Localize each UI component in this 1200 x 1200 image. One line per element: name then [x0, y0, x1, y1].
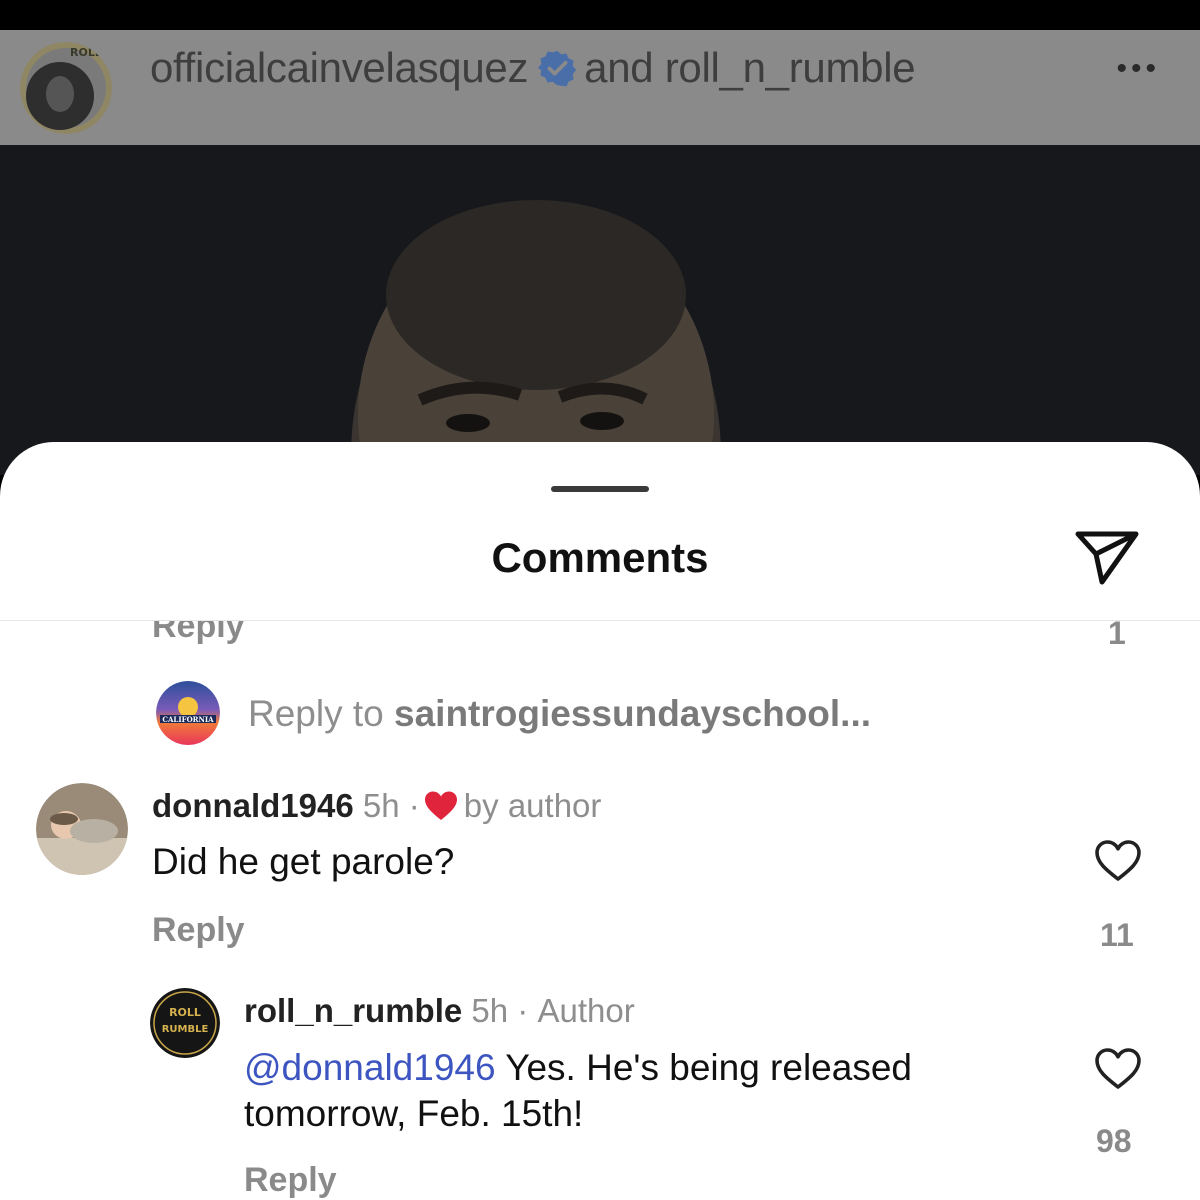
svg-text:RUMBLE: RUMBLE — [162, 1024, 209, 1035]
post-header: ROLL LE officialcainvelasquez and roll_n… — [0, 30, 1200, 145]
comment-avatar-donnald1946[interactable] — [36, 783, 128, 875]
comment-username[interactable]: donnald1946 — [152, 787, 354, 825]
post-collaborator-username[interactable]: roll_n_rumble — [665, 44, 916, 92]
reply-meta: roll_n_rumble 5h · Author — [244, 992, 635, 1030]
previous-like-count: 1 — [1108, 621, 1126, 651]
reply-prompt[interactable]: Reply to saintrogiessundayschool... — [248, 693, 871, 735]
status-bar — [0, 0, 1200, 30]
comment-time: 5h — [362, 787, 400, 824]
comment-like-count: 11 — [1100, 917, 1134, 953]
post-header-title: officialcainvelasquez and roll_n_rumble — [150, 44, 916, 92]
post-photo[interactable] — [0, 145, 1200, 475]
comment-reply-button[interactable]: Reply — [152, 911, 245, 950]
reply-like-count: 98 — [1096, 1123, 1132, 1159]
send-icon[interactable] — [1074, 526, 1140, 586]
post-photo-image — [0, 145, 1200, 475]
meta-separator: · — [517, 992, 529, 1029]
svg-text:ROLL LE: ROLL LE — [70, 46, 112, 59]
reply-text-line2: tomorrow, Feb. 15th! — [244, 1093, 584, 1134]
reply-reply-button[interactable]: Reply — [244, 1161, 337, 1200]
post-owner-username[interactable]: officialcainvelasquez — [150, 44, 528, 92]
comments-list[interactable]: Reply 1 CALIFORNIA Reply to saintrogiess… — [0, 621, 1200, 1200]
reply-text-line1: Yes. He's being released — [505, 1047, 912, 1088]
svg-text:ROLL: ROLL — [169, 1006, 201, 1019]
reply-prompt-user: saintrogiessundayschool... — [394, 693, 872, 734]
comment-meta: donnald1946 5h · by author — [152, 787, 601, 825]
sheet-title: Comments — [491, 534, 709, 581]
like-heart-icon[interactable] — [1094, 1047, 1142, 1091]
comments-sheet: Comments Reply 1 CALIFORNIA Reply to sai… — [0, 442, 1200, 1200]
like-heart-icon[interactable] — [1094, 839, 1142, 883]
post-connector-text: and — [584, 44, 654, 91]
reply-prompt-prefix: Reply to — [248, 693, 384, 734]
reply-username[interactable]: roll_n_rumble — [244, 992, 462, 1030]
previous-reply-button[interactable]: Reply — [152, 621, 245, 646]
verified-badge-icon — [538, 50, 577, 87]
comment-avatar-roll_n_rumble[interactable]: ROLL RUMBLE — [150, 988, 220, 1058]
comment-text: Did he get parole? — [152, 841, 455, 882]
meta-separator: · — [408, 787, 420, 824]
author-badge: Author — [537, 992, 635, 1029]
reply-mention-link[interactable]: @donnald1946 — [244, 1047, 496, 1088]
svg-text:CALIFORNIA: CALIFORNIA — [162, 715, 214, 724]
post-author-avatar[interactable]: ROLL LE — [20, 42, 112, 134]
more-horizontal-icon[interactable]: ••• — [1116, 52, 1160, 86]
reply-time: 5h — [471, 992, 509, 1029]
liked-by-author-heart-icon — [424, 791, 457, 820]
drag-handle[interactable] — [551, 486, 649, 492]
liked-by-author-label: by author — [463, 787, 602, 824]
reply-text: @donnald1946 Yes. He's being released to… — [244, 1045, 1064, 1137]
reply-prompt-avatar: CALIFORNIA — [156, 681, 220, 745]
